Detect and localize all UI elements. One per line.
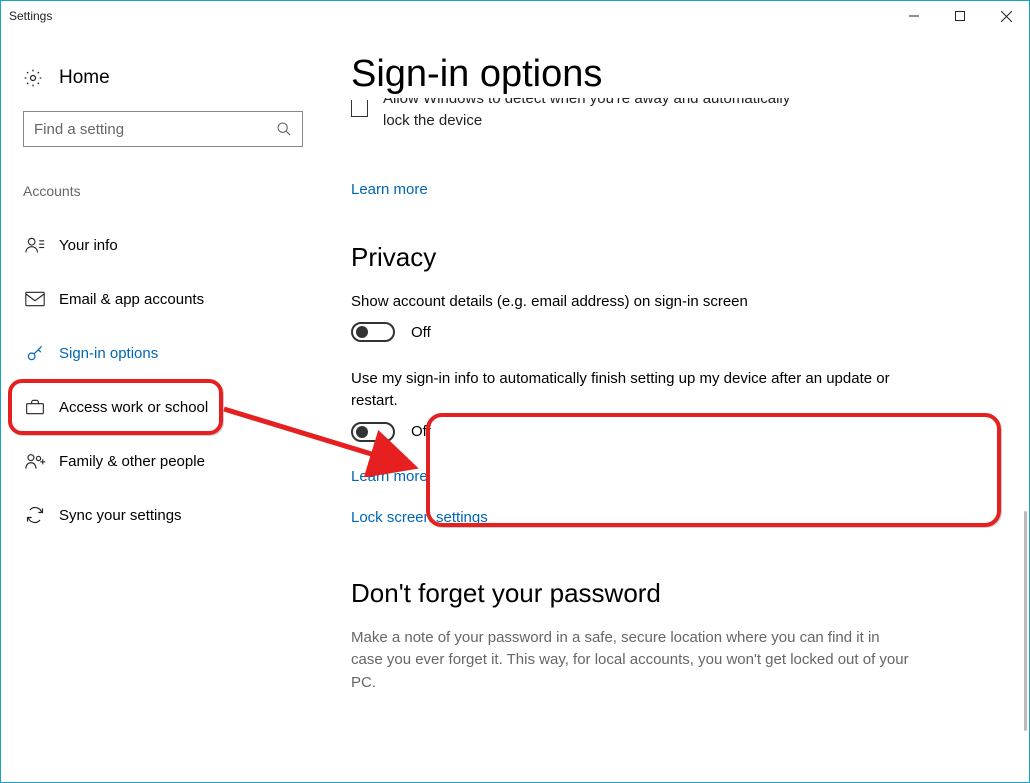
- checkbox-partial-icon[interactable]: [351, 100, 368, 117]
- titlebar: Settings: [1, 1, 1029, 31]
- person-icon: [25, 236, 59, 254]
- main-panel: Sign-in options Allow Windows to detect …: [311, 31, 1029, 782]
- sidebar-item-label: Sync your settings: [59, 507, 182, 524]
- scrollbar[interactable]: [1024, 511, 1027, 731]
- mail-icon: [25, 291, 59, 307]
- minimize-button[interactable]: [891, 1, 937, 31]
- gear-icon: [23, 68, 59, 88]
- learn-more-link-1[interactable]: Learn more: [351, 181, 428, 198]
- sidebar-item-label: Email & app accounts: [59, 291, 204, 308]
- window-title: Settings: [9, 9, 891, 23]
- sidebar-item-email[interactable]: Email & app accounts: [23, 275, 311, 323]
- search-input[interactable]: Find a setting: [23, 111, 303, 147]
- password-note: Make a note of your password in a safe, …: [351, 627, 911, 695]
- maximize-button[interactable]: [937, 1, 983, 31]
- people-icon: [25, 452, 59, 470]
- dynamic-lock-line1: Allow Windows to detect when you're away…: [383, 98, 790, 107]
- key-icon: [25, 343, 59, 363]
- toggle-signin-info-state: Off: [411, 423, 431, 440]
- sidebar-item-family[interactable]: Family & other people: [23, 437, 311, 485]
- password-heading: Don't forget your password: [351, 578, 999, 609]
- sidebar-item-label: Family & other people: [59, 453, 205, 470]
- sidebar: Home Find a setting Accounts Your info: [1, 31, 311, 782]
- search-icon: [276, 121, 292, 137]
- toggle-signin-info[interactable]: [351, 422, 395, 442]
- page-title: Sign-in options: [351, 53, 999, 96]
- dynamic-lock-line2: lock the device: [383, 110, 999, 133]
- home-nav[interactable]: Home: [23, 61, 311, 111]
- sync-icon: [25, 505, 59, 525]
- privacy-heading: Privacy: [351, 242, 999, 273]
- setting-account-details-desc: Show account details (e.g. email address…: [351, 291, 999, 313]
- sidebar-item-work-school[interactable]: Access work or school: [23, 383, 311, 431]
- close-button[interactable]: [983, 1, 1029, 31]
- toggle-account-details[interactable]: [351, 322, 395, 342]
- home-label: Home: [59, 67, 110, 89]
- sidebar-section-heading: Accounts: [23, 183, 311, 199]
- learn-more-link-2[interactable]: Learn more: [351, 468, 428, 485]
- sidebar-item-signin-options[interactable]: Sign-in options: [23, 329, 311, 377]
- setting-signin-info-desc: Use my sign-in info to automatically fin…: [351, 368, 891, 412]
- sidebar-item-your-info[interactable]: Your info: [23, 221, 311, 269]
- search-placeholder: Find a setting: [34, 121, 276, 138]
- sidebar-item-label: Access work or school: [59, 399, 208, 416]
- briefcase-icon: [25, 398, 59, 416]
- lock-screen-link[interactable]: Lock screen settings: [351, 509, 488, 526]
- dynamic-lock-setting: Allow Windows to detect when you're away…: [351, 98, 999, 133]
- sidebar-item-sync[interactable]: Sync your settings: [23, 491, 311, 539]
- toggle-account-details-state: Off: [411, 324, 431, 341]
- sidebar-item-label: Sign-in options: [59, 345, 158, 362]
- window-controls: [891, 1, 1029, 31]
- sidebar-item-label: Your info: [59, 237, 118, 254]
